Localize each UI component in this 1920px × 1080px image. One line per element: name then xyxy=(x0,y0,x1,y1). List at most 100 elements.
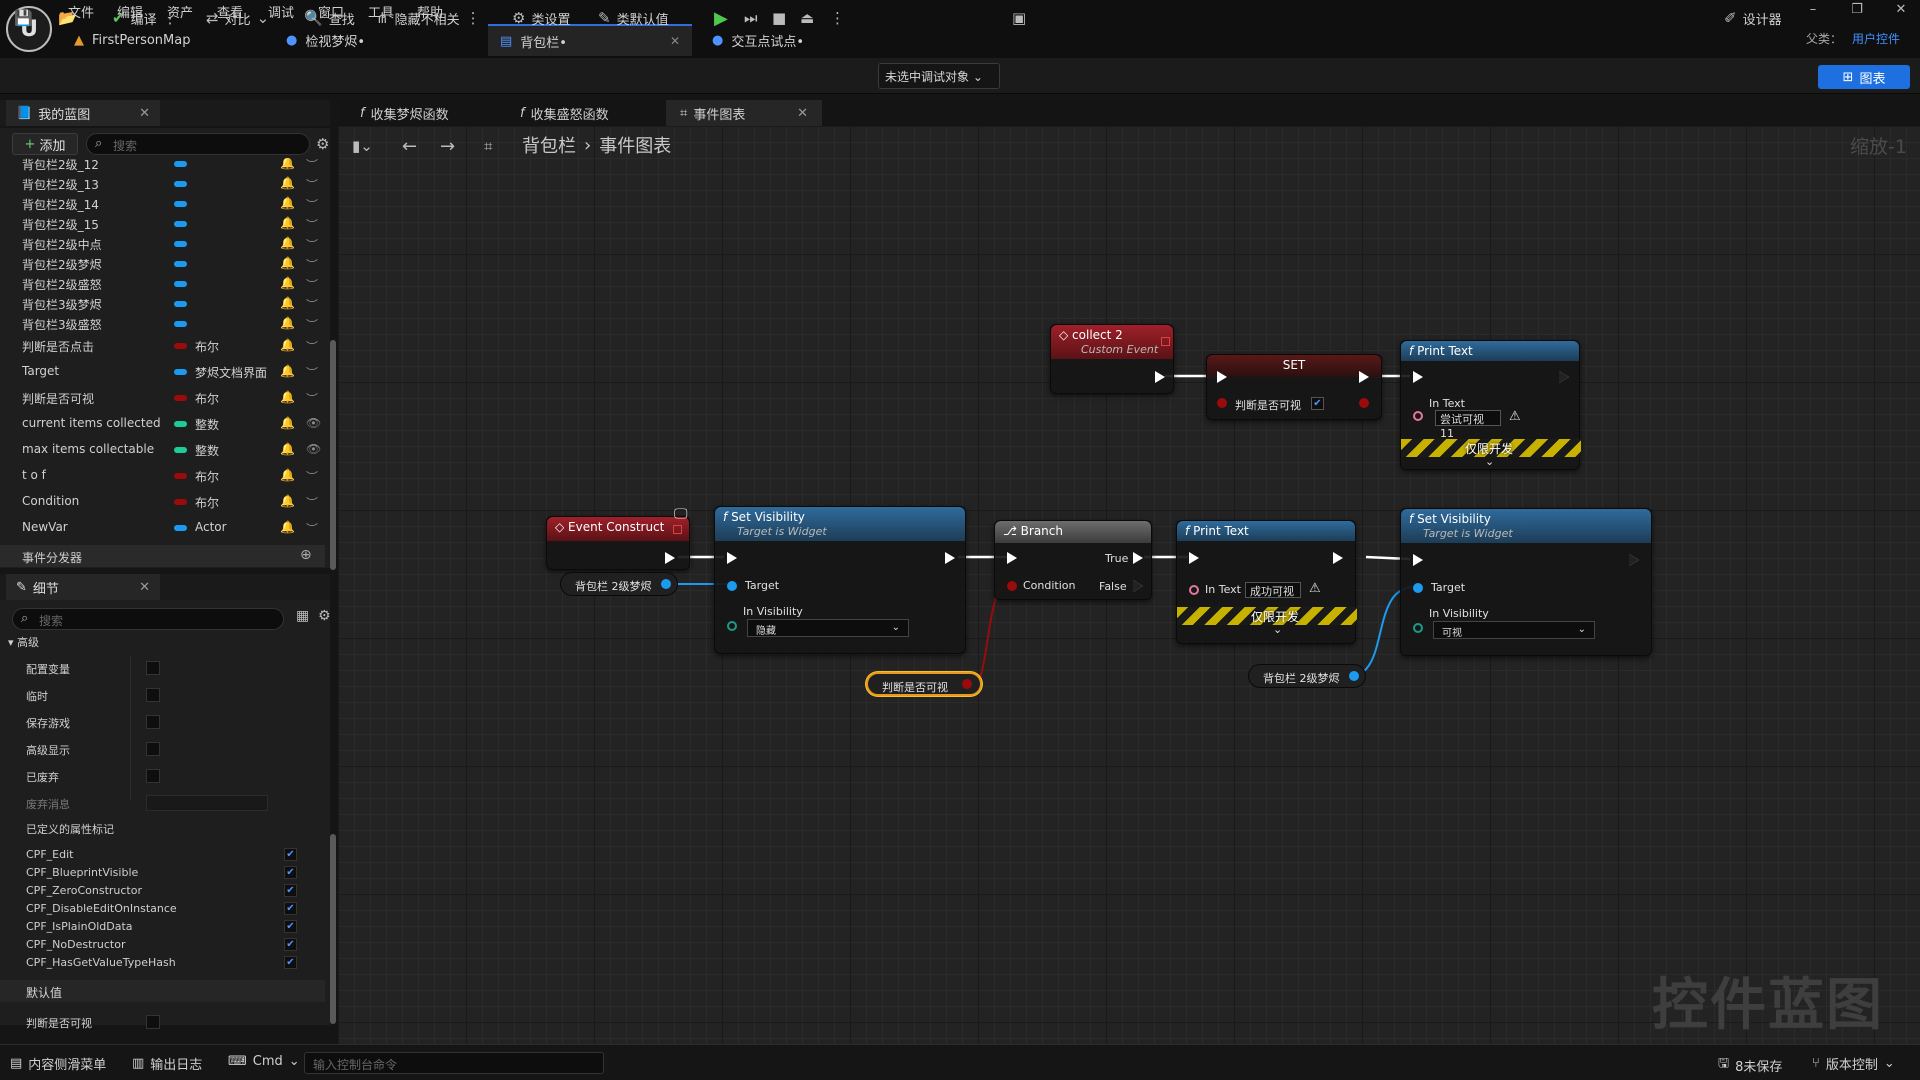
text-in-pin[interactable] xyxy=(1189,585,1199,595)
exec-out-pin[interactable] xyxy=(1629,554,1639,566)
exec-out-pin[interactable] xyxy=(1359,371,1369,383)
exec-in-pin[interactable] xyxy=(1189,552,1199,564)
branch-node[interactable]: ⎇ Branch True Condition False xyxy=(994,520,1152,600)
exec-in-pin[interactable] xyxy=(727,552,737,564)
log-icon: ▥ xyxy=(132,1056,145,1071)
exec-in-pin[interactable] xyxy=(1413,371,1423,383)
output-log-label: 输出日志 xyxy=(150,1058,203,1073)
node-title: Set Visibility xyxy=(731,510,805,524)
node-title: Branch xyxy=(1020,524,1063,538)
event-icon: ◇ xyxy=(555,520,569,534)
exec-out-pin[interactable] xyxy=(945,552,955,564)
exec-out-pin[interactable] xyxy=(1155,371,1165,383)
exec-in-pin[interactable] xyxy=(1217,371,1227,383)
pin-label: Condition xyxy=(1023,579,1076,592)
chevron-down-icon: ⌄ xyxy=(1883,1056,1895,1071)
node-header: ⎇ Branch xyxy=(995,521,1151,543)
content-drawer-button[interactable]: ▤ 内容侧滑菜单 xyxy=(10,1054,106,1073)
function-icon: f xyxy=(1409,512,1414,526)
get-variable-node-bag[interactable]: 背包栏 2级梦烬 xyxy=(560,572,678,596)
node-title: Print Text xyxy=(1417,344,1473,358)
expand-icon[interactable]: ⌄ xyxy=(1273,623,1282,636)
pin-label: True xyxy=(1105,552,1129,565)
target-pin[interactable] xyxy=(1413,583,1423,593)
node-title: Event Construct xyxy=(568,520,665,534)
exec-out-pin[interactable] xyxy=(1333,552,1343,564)
exec-false-pin[interactable] xyxy=(1133,580,1143,592)
set-visibility-node[interactable]: f Set Visibility Target is Widget Target … xyxy=(714,506,966,654)
bool-in-pin[interactable] xyxy=(1217,398,1227,408)
pin-label: In Text xyxy=(1205,583,1241,596)
visibility-pin[interactable] xyxy=(727,621,737,631)
set-visibility-node[interactable]: f Set Visibility Target is Widget Target … xyxy=(1400,508,1652,656)
cmd-label: Cmd xyxy=(252,1054,283,1069)
dropdown-value: 可视 xyxy=(1442,628,1462,639)
node-title: Set Visibility xyxy=(1417,512,1491,526)
pin-label: In Text xyxy=(1429,397,1465,410)
source-control-button[interactable]: ⑂ 版本控制 ⌄ xyxy=(1812,1054,1895,1073)
exec-true-pin[interactable] xyxy=(1133,552,1143,564)
node-subtitle: Custom Event xyxy=(1081,343,1159,356)
console-input[interactable]: 输入控制台命令 xyxy=(304,1052,604,1074)
cmd-select[interactable]: ⌨ Cmd ⌄ xyxy=(228,1054,300,1069)
dropdown-value: 隐藏 xyxy=(756,626,776,637)
unsaved-button[interactable]: 🖫 8未保存 xyxy=(1718,1054,1782,1076)
bool-out-pin[interactable] xyxy=(1359,398,1369,408)
node-header: f Set Visibility Target is Widget xyxy=(1401,509,1651,543)
object-out-pin[interactable] xyxy=(661,579,671,589)
variable-label: 判断是否可视 xyxy=(882,681,948,694)
delegate-pin[interactable] xyxy=(1161,337,1170,346)
visibility-pin[interactable] xyxy=(1413,623,1423,633)
node-header: f Print Text xyxy=(1177,521,1355,541)
node-subtitle: Target is Widget xyxy=(737,525,827,538)
branch-icon: ⎇ xyxy=(1003,524,1021,538)
pin-label: In Visibility xyxy=(1429,607,1489,620)
get-variable-node-visible[interactable]: 判断是否可视 xyxy=(866,672,982,696)
event-construct-node[interactable]: ◇ Event Construct xyxy=(546,516,690,570)
visibility-dropdown[interactable]: 可视 ⌄ xyxy=(1433,621,1595,639)
text-in-pin[interactable] xyxy=(1413,411,1423,421)
print-text-node[interactable]: f Print Text In Text 尝试可视11 ⚠ 仅限开发 ⌄ xyxy=(1400,340,1581,470)
text-input[interactable]: 尝试可视11 xyxy=(1435,410,1501,440)
variable-label: 背包栏 2级梦烬 xyxy=(575,580,652,593)
output-log-button[interactable]: ▥ 输出日志 xyxy=(132,1054,202,1073)
exec-in-pin[interactable] xyxy=(1007,552,1017,564)
content-drawer-label: 内容侧滑菜单 xyxy=(28,1058,107,1073)
node-title: SET xyxy=(1282,358,1306,372)
get-variable-node-bag[interactable]: 背包栏 2级梦烬 xyxy=(1248,664,1366,688)
variable-label: 背包栏 2级梦烬 xyxy=(1263,672,1340,685)
expand-icon[interactable]: ⌄ xyxy=(1485,455,1494,468)
delegate-pin[interactable] xyxy=(673,525,682,534)
console-placeholder: 输入控制台命令 xyxy=(313,1058,398,1072)
custom-event-node[interactable]: ◇ collect 2 Custom Event xyxy=(1050,324,1174,394)
pin-label: Target xyxy=(745,579,780,592)
exec-out-pin[interactable] xyxy=(665,552,675,564)
node-header: f Print Text xyxy=(1401,341,1579,361)
function-icon: f xyxy=(1409,344,1414,358)
node-header: ◇ Event Construct xyxy=(547,517,689,541)
condition-pin[interactable] xyxy=(1007,581,1017,591)
monitor-icon: 🖵 xyxy=(674,506,688,522)
node-title: Print Text xyxy=(1193,524,1249,538)
node-title: collect 2 xyxy=(1072,328,1123,342)
warning-icon: ⚠ xyxy=(1509,409,1521,424)
exec-out-pin[interactable] xyxy=(1559,371,1569,383)
warning-icon: ⚠ xyxy=(1309,581,1321,596)
target-pin[interactable] xyxy=(727,581,737,591)
visibility-dropdown[interactable]: 隐藏 ⌄ xyxy=(747,619,909,637)
source-control-icon: ⑂ xyxy=(1812,1056,1820,1071)
set-variable-node[interactable]: SET 判断是否可视 ✔ xyxy=(1206,354,1382,420)
object-out-pin[interactable] xyxy=(1349,671,1359,681)
value-checkbox[interactable]: ✔ xyxy=(1311,397,1324,410)
node-header: f Set Visibility Target is Widget xyxy=(715,507,965,541)
text-input[interactable]: 成功可视 xyxy=(1245,582,1301,598)
pin-label: False xyxy=(1099,580,1127,593)
pin-label: 判断是否可视 xyxy=(1235,399,1301,412)
node-header: SET xyxy=(1207,355,1381,377)
print-text-node[interactable]: f Print Text In Text 成功可视 ⚠ 仅限开发 ⌄ xyxy=(1176,520,1357,644)
exec-in-pin[interactable] xyxy=(1413,554,1423,566)
node-header: ◇ collect 2 Custom Event xyxy=(1051,325,1173,359)
drawer-icon: ▤ xyxy=(10,1056,23,1071)
bool-out-pin[interactable] xyxy=(962,679,972,689)
save-status-icon: 🖫 xyxy=(1718,1056,1730,1071)
